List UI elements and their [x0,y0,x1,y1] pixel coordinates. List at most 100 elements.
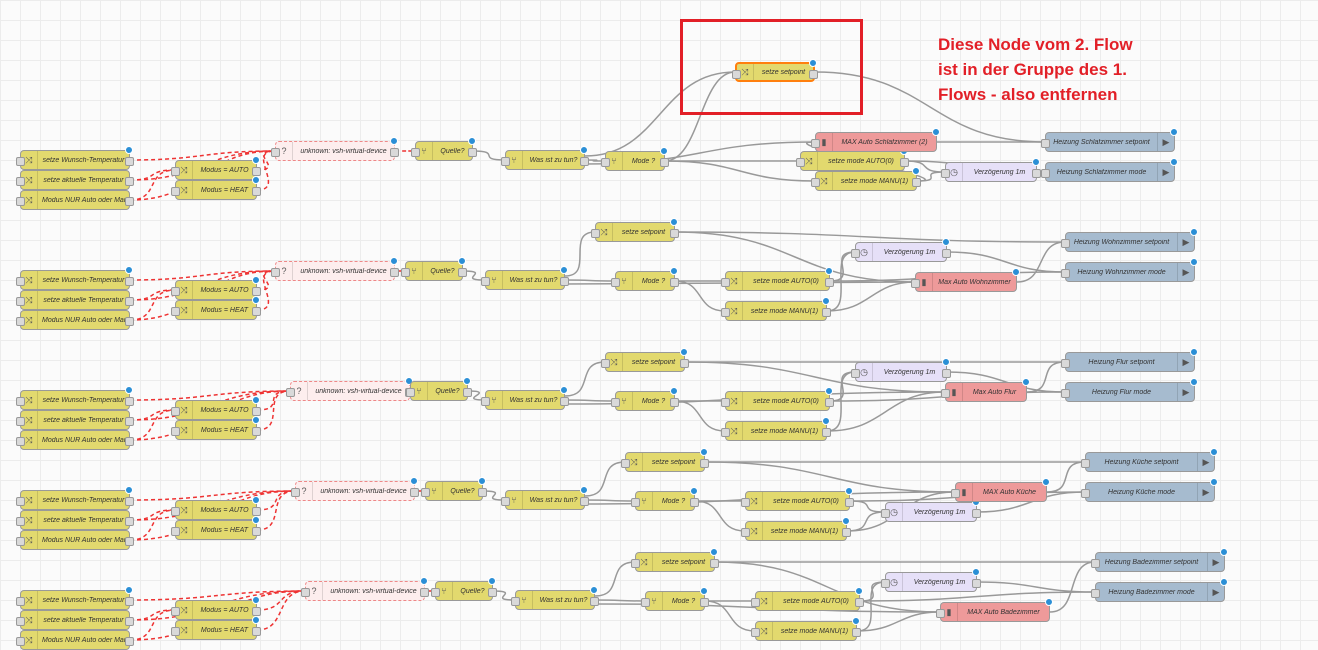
input-port[interactable] [16,517,25,526]
output-port[interactable] [125,397,134,406]
output-port[interactable] [680,359,689,368]
input-port[interactable] [401,268,410,277]
change-node[interactable]: ⤨ setze aktuelle Temperatur [16,410,134,430]
input-port[interactable] [1061,269,1070,278]
change-node[interactable]: ⤨ setze Wunsch-Temperatur [16,266,134,290]
input-port[interactable] [732,70,741,79]
input-port[interactable] [271,148,280,157]
switch-node[interactable]: ⑂ Mode ? [601,147,669,171]
input-port[interactable] [936,609,945,618]
input-port[interactable] [851,249,860,258]
wire[interactable] [564,361,606,397]
input-port[interactable] [16,417,25,426]
output-port[interactable] [700,459,709,468]
link-out-node[interactable]: Heizung Badezimmer mode ▶ [1091,578,1228,602]
change-node[interactable]: ⤨ setze aktuelle Temperatur [16,290,134,310]
output-port[interactable] [463,388,472,397]
output-port[interactable] [125,157,134,166]
output-port[interactable] [125,197,134,206]
change-node[interactable]: ⤨ Modus = AUTO [171,156,261,180]
change-node[interactable]: ⤨ setze mode AUTO(0) [721,387,834,411]
link-out-node[interactable]: Heizung Flur setpoint ▶ [1061,348,1198,372]
output-port[interactable] [580,157,589,166]
input-port[interactable] [1041,169,1050,178]
link-out-node[interactable]: Heizung Schlafzimmer mode ▶ [1041,158,1178,182]
change-node[interactable]: ⤨ Modus NUR Auto oder Manuell [16,630,134,650]
input-port[interactable] [911,279,920,288]
switch-node[interactable]: ⑂ Was ist zu tun? [501,486,589,510]
input-port[interactable] [16,537,25,546]
input-port[interactable] [621,459,630,468]
input-port[interactable] [171,627,180,636]
output-port[interactable] [252,527,261,536]
input-port[interactable] [601,158,610,167]
change-node[interactable]: ⤨ setze Wunsch-Temperatur [16,146,134,170]
input-port[interactable] [16,317,25,326]
change-node[interactable]: ⤨ setze mode MANU(1) [741,517,851,541]
output-port[interactable] [410,488,419,497]
wire-error[interactable] [129,609,176,621]
change-node[interactable]: ⤨ setze mode MANU(1) [811,167,921,191]
input-port[interactable] [171,187,180,196]
output-port[interactable] [390,268,399,277]
change-node[interactable]: ⤨ Modus = AUTO [171,496,261,520]
wire[interactable] [584,461,626,497]
wire[interactable] [1016,241,1066,283]
input-port[interactable] [16,617,25,626]
input-port[interactable] [271,268,280,277]
input-port[interactable] [1061,359,1070,368]
output-port[interactable] [912,178,921,187]
output-node[interactable]: ▮ Max Auto Flur [941,378,1030,402]
change-node[interactable]: ⤨ Modus NUR Auto oder Manuell [16,310,134,330]
output-port[interactable] [125,177,134,186]
output-port[interactable] [125,437,134,446]
wire[interactable] [859,591,1096,602]
change-node[interactable]: ⤨ setze mode AUTO(0) [721,267,834,291]
wire[interactable] [664,160,816,182]
highlighted-setpoint-node[interactable]: ⤨ setze setpoint [732,59,818,82]
output-port[interactable] [660,158,669,167]
unknown-device-node[interactable]: ? unknown: vsh-virtual-device [271,257,399,281]
output-port[interactable] [670,398,679,407]
output-port[interactable] [252,287,261,296]
input-port[interactable] [721,398,730,407]
output-port[interactable] [252,507,261,516]
unknown-device-node[interactable]: ? unknown: vsh-virtual-device [301,577,429,601]
output-port[interactable] [710,559,719,568]
wire[interactable] [694,500,746,532]
change-node[interactable]: ⤨ Modus = AUTO [171,396,261,420]
unknown-device-node[interactable]: ? unknown: vsh-virtual-device [271,137,399,161]
input-port[interactable] [811,139,820,148]
output-port[interactable] [390,148,399,157]
wire[interactable] [594,561,636,597]
output-port[interactable] [125,277,134,286]
output-port[interactable] [125,417,134,426]
wire[interactable] [976,581,1096,593]
input-port[interactable] [481,397,490,406]
wire-error[interactable] [256,390,291,431]
change-node[interactable]: ⤨ Modus = HEAT [171,296,261,320]
output-port[interactable] [855,598,864,607]
input-port[interactable] [16,277,25,286]
change-node[interactable]: ⤨ Modus NUR Auto oder Manuell [16,190,134,210]
output-port[interactable] [842,528,851,537]
change-node[interactable]: ⤨ Modus = AUTO [171,276,261,300]
input-port[interactable] [1041,139,1050,148]
change-node[interactable]: ⤨ setze Wunsch-Temperatur [16,386,134,410]
switch-node[interactable]: ⑂ Quelle? [431,577,497,601]
output-port[interactable] [468,148,477,157]
output-node[interactable]: ▮ Max Auto Wohnzimmer [911,268,1020,292]
input-port[interactable] [1081,489,1090,498]
link-out-node[interactable]: Heizung Küche setpoint ▶ [1081,448,1218,472]
input-port[interactable] [16,197,25,206]
output-port[interactable] [942,249,951,258]
wire[interactable] [594,599,646,602]
input-port[interactable] [811,178,820,187]
change-node[interactable]: ⤨ Modus = AUTO [171,596,261,620]
input-port[interactable] [171,167,180,176]
change-node[interactable]: ⤨ setze aktuelle Temperatur [16,610,134,630]
switch-node[interactable]: ⑂ Quelle? [406,377,472,401]
input-port[interactable] [171,527,180,536]
input-port[interactable] [741,498,750,507]
change-node[interactable]: ⤨ setze mode AUTO(0) [751,587,864,611]
